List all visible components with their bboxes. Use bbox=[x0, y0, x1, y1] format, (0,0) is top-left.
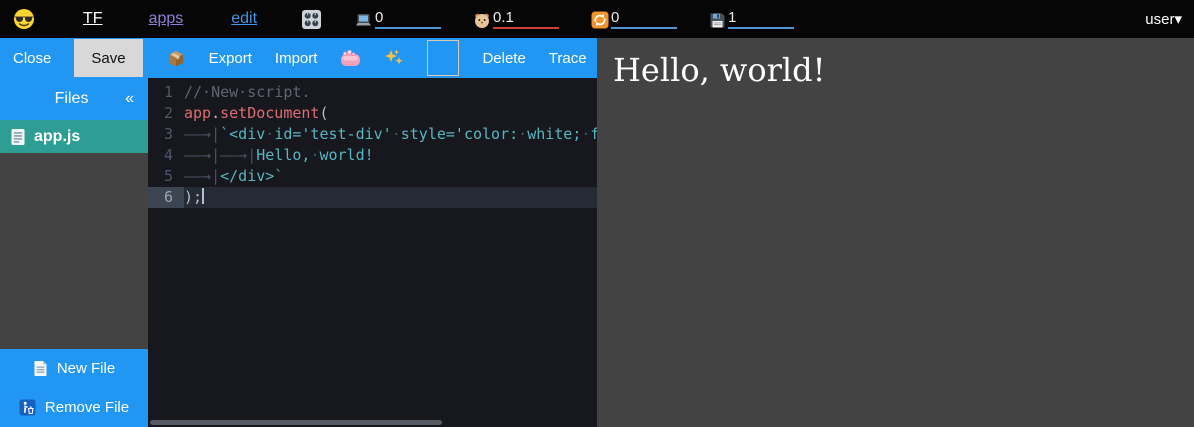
code-token: world! bbox=[319, 146, 373, 164]
nav-link-tf[interactable]: TF bbox=[83, 10, 103, 28]
soap-icon[interactable] bbox=[340, 50, 361, 67]
files-header: Files « bbox=[0, 78, 148, 120]
litter-bin-icon bbox=[19, 399, 36, 416]
line-number: 5 bbox=[148, 166, 184, 187]
tab-whitespace-marker: ——→| bbox=[184, 125, 220, 143]
package-icon[interactable] bbox=[166, 49, 186, 68]
collapse-sidebar-icon[interactable]: « bbox=[125, 90, 148, 108]
sidebar-body bbox=[0, 153, 148, 349]
stat-value: 0 bbox=[375, 10, 441, 29]
document-preview: Hello, world! bbox=[597, 38, 1194, 427]
file-item-appjs[interactable]: app.js bbox=[0, 120, 148, 153]
code-line: 4——→|——→|Hello,·world! bbox=[148, 145, 597, 166]
code-editor[interactable]: 1//·New·script.2app.setDocument(3——→|`<d… bbox=[148, 78, 597, 427]
document-icon bbox=[10, 128, 26, 146]
user-menu[interactable]: user▾ bbox=[1145, 10, 1182, 28]
code-line: 6); bbox=[148, 187, 597, 208]
code-token: app bbox=[184, 104, 211, 122]
stat-field-refresh[interactable]: 0 bbox=[591, 10, 677, 29]
stat-field-laptop[interactable]: 0 bbox=[354, 10, 441, 29]
code-token: setDocument bbox=[220, 104, 319, 122]
code-token: white; bbox=[527, 125, 581, 143]
stat-value: 0.1 bbox=[493, 10, 559, 29]
code-token: · bbox=[265, 125, 274, 143]
line-number: 2 bbox=[148, 103, 184, 124]
close-button[interactable]: Close bbox=[13, 50, 51, 67]
trace-button[interactable]: Trace bbox=[549, 50, 587, 67]
line-number: 3 bbox=[148, 124, 184, 145]
code-token: ( bbox=[319, 104, 328, 122]
code-token: · bbox=[392, 125, 401, 143]
code-token: f bbox=[590, 125, 597, 143]
stat-value: 1 bbox=[728, 10, 794, 29]
code-token: . bbox=[211, 104, 220, 122]
code-token: ); bbox=[184, 188, 202, 206]
hamster-icon bbox=[473, 12, 491, 29]
horizontal-scrollbar-thumb[interactable] bbox=[150, 420, 442, 425]
code-line: 3——→|`<div·id='test-div'·style='color:·w… bbox=[148, 124, 597, 145]
stat-field-floppy[interactable]: 1 bbox=[709, 10, 794, 29]
code-line: 5——→|</div>` bbox=[148, 166, 597, 187]
code-token: Hello, bbox=[256, 146, 310, 164]
refresh-arrows-icon bbox=[591, 11, 609, 29]
files-title: Files bbox=[0, 90, 125, 108]
stat-field-hamster[interactable]: 0.1 bbox=[473, 10, 559, 29]
code-token: style='color: bbox=[401, 125, 518, 143]
sidebar-actions: New File bbox=[0, 349, 148, 427]
line-number: 1 bbox=[148, 82, 184, 103]
text-cursor bbox=[202, 188, 204, 204]
code-line: 2app.setDocument( bbox=[148, 103, 597, 124]
tab-whitespace-marker: ——→| bbox=[184, 167, 220, 185]
code-token: id='test-div' bbox=[274, 125, 391, 143]
laptop-icon bbox=[354, 12, 373, 29]
tab-whitespace-marker: ——→| bbox=[184, 146, 220, 164]
editor-toolbar: Close Save Export Import bbox=[0, 38, 597, 78]
app-window: TF apps edit 0 bbox=[0, 0, 1194, 427]
floppy-disk-icon bbox=[709, 12, 726, 29]
remove-file-button[interactable]: Remove File bbox=[0, 388, 148, 427]
new-file-button[interactable]: New File bbox=[0, 349, 148, 388]
nav-link-edit[interactable]: edit bbox=[231, 10, 257, 28]
import-button[interactable]: Import bbox=[275, 50, 318, 67]
line-number: 4 bbox=[148, 145, 184, 166]
delete-button[interactable]: Delete bbox=[482, 50, 525, 67]
code-lines: 1//·New·script.2app.setDocument(3——→|`<d… bbox=[148, 82, 597, 208]
preview-heading: Hello, world! bbox=[613, 51, 1194, 89]
control-knobs-icon[interactable] bbox=[301, 9, 322, 30]
save-button[interactable]: Save bbox=[74, 39, 142, 77]
new-file-icon bbox=[33, 360, 48, 377]
nav-link-apps[interactable]: apps bbox=[149, 10, 184, 28]
export-button[interactable]: Export bbox=[209, 50, 252, 67]
topbar: TF apps edit 0 bbox=[0, 0, 1194, 38]
code-token: </div>` bbox=[220, 167, 283, 185]
code-token: //·New·script. bbox=[184, 83, 310, 101]
code-token: `<div bbox=[220, 125, 265, 143]
line-number: 6 bbox=[148, 187, 184, 208]
files-sidebar: Files « app.j bbox=[0, 78, 148, 427]
remove-file-label: Remove File bbox=[45, 399, 129, 416]
toolbar-empty-input[interactable] bbox=[427, 40, 459, 76]
code-line: 1//·New·script. bbox=[148, 82, 597, 103]
stat-value: 0 bbox=[611, 10, 677, 29]
new-file-label: New File bbox=[57, 360, 115, 377]
tab-whitespace-marker: ——→| bbox=[220, 146, 256, 164]
file-item-label: app.js bbox=[34, 128, 80, 146]
code-token: · bbox=[518, 125, 527, 143]
sparkles-icon[interactable] bbox=[384, 48, 404, 68]
sunglasses-face-icon bbox=[13, 8, 35, 30]
